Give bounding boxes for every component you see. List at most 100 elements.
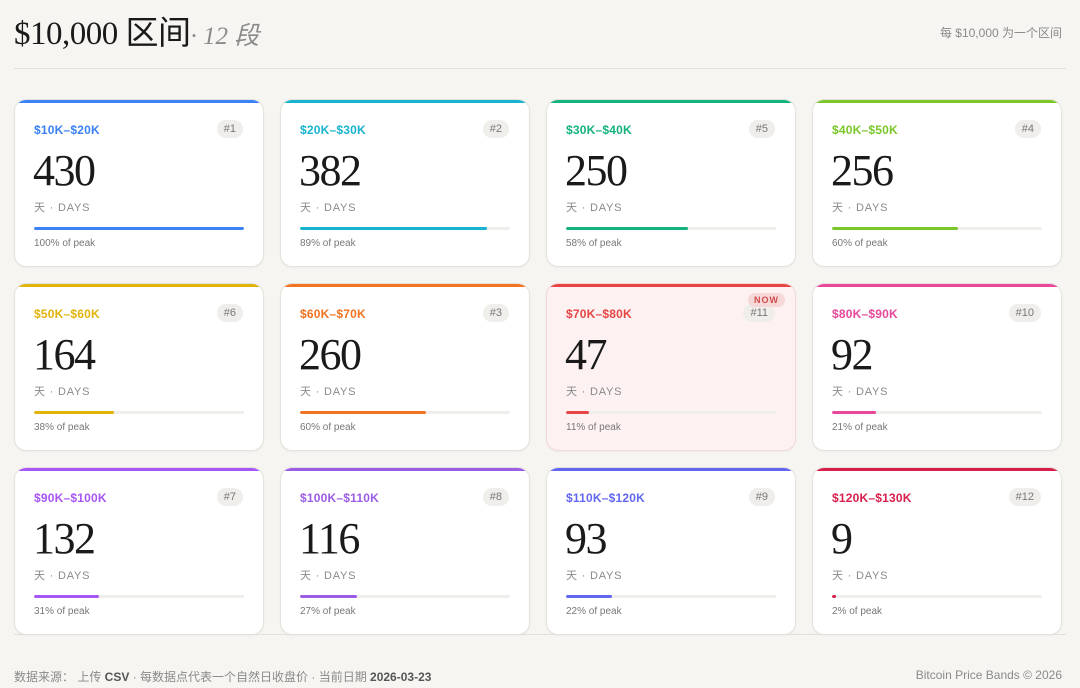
band-range-label: $100K–$110K (300, 491, 379, 505)
footer-current-date: 2026-03-23 (370, 670, 432, 684)
peak-progress-fill (566, 595, 613, 598)
band-unit-label: 天 · DAYS (34, 202, 91, 214)
price-band-card[interactable]: $90K–$100K #7 132 天 · DAYS 31% of peak (14, 467, 264, 635)
peak-progress-track (34, 411, 244, 414)
peak-progress-fill (300, 411, 426, 414)
band-rank-badge: #3 (482, 304, 509, 322)
band-unit-label: 天 · DAYS (566, 570, 623, 582)
price-band-card[interactable]: $80K–$90K #10 92 天 · DAYS 21% of peak (812, 283, 1062, 451)
peak-progress-fill (566, 411, 590, 414)
band-day-count: 164 (33, 330, 96, 379)
price-band-card[interactable]: $120K–$130K #12 9 天 · DAYS 2% of peak (812, 467, 1062, 635)
band-day-count: 382 (299, 146, 362, 195)
peak-progress-track (300, 227, 510, 230)
peak-progress-track (566, 595, 776, 598)
band-accent-bar (15, 284, 263, 287)
band-unit-label: 天 · DAYS (300, 202, 357, 214)
band-range-label: $70K–$80K (566, 307, 632, 321)
peak-progress-fill (34, 595, 100, 598)
footer-brand: Bitcoin Price Bands © 2026 (915, 668, 1062, 682)
band-day-count: 250 (565, 146, 628, 195)
price-band-card[interactable]: $60K–$70K #3 260 天 · DAYS 60% of peak (280, 283, 530, 451)
peak-percent-label: 21% of peak (832, 422, 888, 433)
price-band-card[interactable]: $10K–$20K #1 430 天 · DAYS 100% of peak (14, 99, 264, 267)
band-rank-badge: #7 (216, 488, 243, 506)
band-rank-badge: #5 (748, 120, 775, 138)
page-title: $10,000 区间· 12 段 (14, 6, 259, 54)
band-accent-bar (15, 100, 263, 103)
band-day-count: 260 (299, 330, 362, 379)
peak-progress-track (300, 411, 510, 414)
peak-progress-fill (832, 595, 837, 598)
price-band-card[interactable]: $110K–$120K #9 93 天 · DAYS 22% of peak (546, 467, 796, 635)
band-unit-label: 天 · DAYS (566, 202, 623, 214)
peak-progress-fill (832, 411, 877, 414)
band-accent-bar (547, 100, 795, 103)
band-unit-label: 天 · DAYS (300, 570, 357, 582)
band-rank-badge: #1 (216, 120, 243, 138)
peak-percent-label: 38% of peak (34, 422, 90, 433)
peak-progress-track (832, 227, 1042, 230)
band-unit-label: 天 · DAYS (832, 570, 889, 582)
band-accent-bar (15, 468, 263, 471)
peak-percent-label: 2% of peak (832, 606, 883, 617)
band-accent-bar (281, 468, 529, 471)
band-day-count: 9 (831, 514, 853, 563)
band-range-label: $80K–$90K (832, 307, 898, 321)
band-unit-label: 天 · DAYS (832, 386, 889, 398)
band-range-label: $90K–$100K (34, 491, 107, 505)
peak-progress-fill (300, 595, 357, 598)
price-band-card[interactable]: $30K–$40K #5 250 天 · DAYS 58% of peak (546, 99, 796, 267)
band-rank-badge: #9 (748, 488, 775, 506)
band-rank-badge: #8 (482, 488, 509, 506)
band-unit-label: 天 · DAYS (566, 386, 623, 398)
peak-progress-track (34, 595, 244, 598)
peak-progress-fill (832, 227, 958, 230)
band-range-label: $20K–$30K (300, 123, 366, 137)
band-range-label: $110K–$120K (566, 491, 645, 505)
page-title-main: $10,000 区间 (14, 16, 191, 52)
footer-source-mid: · 每数据点代表一个自然日收盘价 · 当前日期 (129, 670, 371, 684)
footer-source: 数据来源： 上传 CSV · 每数据点代表一个自然日收盘价 · 当前日期 202… (14, 668, 431, 685)
band-accent-bar (813, 468, 1061, 471)
peak-progress-track (832, 595, 1042, 598)
page-header: $10,000 区间· 12 段 每 $10,000 为一个区间 (14, 0, 1066, 69)
band-unit-label: 天 · DAYS (34, 570, 91, 582)
current-band-badge: NOW (748, 293, 785, 307)
band-accent-bar (547, 468, 795, 471)
band-range-label: $120K–$130K (832, 491, 912, 505)
footer-source-csv: CSV (104, 670, 130, 684)
band-day-count: 430 (33, 146, 96, 195)
band-day-count: 132 (33, 514, 96, 563)
price-band-card[interactable]: $70K–$80K #11 NOW 47 天 · DAYS 11% of peak (546, 283, 796, 451)
band-day-count: 256 (831, 146, 894, 195)
peak-percent-label: 89% of peak (300, 238, 356, 249)
peak-percent-label: 27% of peak (300, 606, 356, 617)
price-band-card[interactable]: $40K–$50K #4 256 天 · DAYS 60% of peak (812, 99, 1062, 267)
peak-progress-track (300, 595, 510, 598)
band-accent-bar (281, 100, 529, 103)
band-range-label: $10K–$20K (34, 123, 100, 137)
price-band-card[interactable]: $20K–$30K #2 382 天 · DAYS 89% of peak (280, 99, 530, 267)
peak-percent-label: 58% of peak (566, 238, 622, 249)
footer-divider (14, 634, 1066, 635)
band-width-hint: 每 $10,000 为一个区间 (939, 26, 1062, 40)
peak-progress-fill (34, 411, 114, 414)
peak-progress-fill (566, 227, 688, 230)
price-band-card[interactable]: $100K–$110K #8 116 天 · DAYS 27% of peak (280, 467, 530, 635)
band-accent-bar (813, 100, 1061, 103)
band-range-label: $60K–$70K (300, 307, 366, 321)
band-accent-bar (547, 284, 795, 287)
peak-percent-label: 31% of peak (34, 606, 90, 617)
band-unit-label: 天 · DAYS (300, 386, 357, 398)
price-band-card[interactable]: $50K–$60K #6 164 天 · DAYS 38% of peak (14, 283, 264, 451)
footer-source-prefix: 数据来源： 上传 (14, 670, 105, 684)
peak-progress-fill (300, 227, 487, 230)
peak-progress-fill (34, 227, 244, 230)
band-day-count: 47 (565, 330, 608, 379)
band-unit-label: 天 · DAYS (34, 386, 91, 398)
peak-percent-label: 60% of peak (300, 422, 356, 433)
band-unit-label: 天 · DAYS (832, 202, 889, 214)
peak-percent-label: 22% of peak (566, 606, 622, 617)
band-rank-badge: #6 (216, 304, 243, 322)
